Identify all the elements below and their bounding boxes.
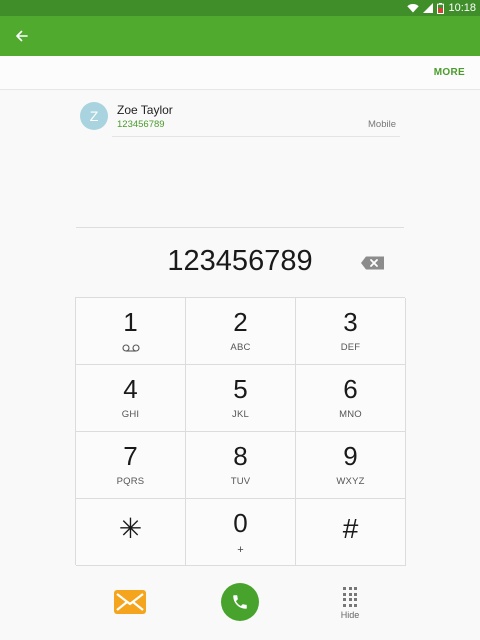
key-2[interactable]: 2 ABC	[186, 298, 296, 365]
key-digit: 1	[123, 307, 138, 337]
battery-icon	[437, 2, 445, 14]
key-digit: 6	[343, 374, 358, 404]
key-letters: WXYZ	[336, 476, 365, 487]
signal-icon	[423, 3, 434, 13]
status-icons: 10:18	[407, 1, 476, 15]
suggestion-divider	[112, 136, 400, 137]
key-letters: TUV	[230, 476, 251, 487]
key-5[interactable]: 5 JKL	[186, 365, 296, 432]
dial-keypad: 1 2 ABC 3 DEF 4 GHI 5 JKL 6 MNO 7 PQRS 8…	[75, 297, 406, 566]
key-letters: PQRS	[116, 476, 145, 487]
options-bar: MORE	[0, 56, 480, 90]
key-4[interactable]: 4 GHI	[76, 365, 186, 432]
key-3[interactable]: 3 DEF	[296, 298, 406, 365]
key-0[interactable]: 0 +	[186, 499, 296, 566]
backspace-button[interactable]	[360, 255, 386, 271]
key-digit: 0	[233, 508, 248, 538]
avatar: Z	[80, 102, 108, 130]
key-letters: ABC	[230, 342, 251, 353]
key-digit: 4	[123, 374, 138, 404]
more-button[interactable]: MORE	[434, 67, 465, 78]
hide-label: Hide	[340, 610, 360, 620]
key-letters: JKL	[232, 409, 249, 420]
key-letters: GHI	[121, 409, 140, 420]
status-bar: 10:18	[0, 0, 480, 16]
contact-suggestion[interactable]: Z Zoe Taylor 123456789 Mobile	[76, 96, 404, 140]
key-letters: MNO	[339, 409, 362, 420]
call-button[interactable]	[221, 583, 259, 621]
message-button[interactable]	[114, 590, 146, 614]
key-digit: #	[342, 513, 359, 544]
key-7[interactable]: 7 PQRS	[76, 432, 186, 499]
app-bar	[0, 16, 480, 56]
envelope-icon	[116, 593, 144, 611]
key-digit: 3	[343, 307, 358, 337]
key-digit: ✳	[118, 513, 143, 544]
contact-name: Zoe Taylor	[117, 103, 173, 117]
status-clock: 10:18	[448, 2, 476, 14]
keypad-grid-icon	[343, 587, 357, 607]
key-1[interactable]: 1	[76, 298, 186, 365]
contact-number-type: Mobile	[368, 119, 396, 130]
key-letters: DEF	[340, 342, 361, 353]
contact-number: 123456789	[117, 119, 165, 130]
key-9[interactable]: 9 WXYZ	[296, 432, 406, 499]
number-divider	[76, 227, 404, 228]
back-button[interactable]	[12, 26, 32, 46]
dialed-number[interactable]: 123456789	[76, 236, 404, 286]
key-digit: 9	[343, 441, 358, 471]
key-hash[interactable]: #	[296, 499, 406, 566]
wifi-icon	[407, 4, 420, 13]
key-digit: 7	[123, 441, 138, 471]
phone-icon	[233, 595, 247, 609]
key-letters: +	[237, 544, 244, 556]
key-star[interactable]: ✳	[76, 499, 186, 566]
backspace-icon	[361, 256, 384, 270]
key-digit: 2	[233, 307, 248, 337]
key-6[interactable]: 6 MNO	[296, 365, 406, 432]
key-8[interactable]: 8 TUV	[186, 432, 296, 499]
key-digit: 8	[233, 441, 248, 471]
arrow-left-icon	[16, 30, 28, 42]
key-digit: 5	[233, 374, 248, 404]
hide-keypad-button[interactable]: Hide	[334, 585, 366, 625]
voicemail-icon	[122, 344, 140, 352]
